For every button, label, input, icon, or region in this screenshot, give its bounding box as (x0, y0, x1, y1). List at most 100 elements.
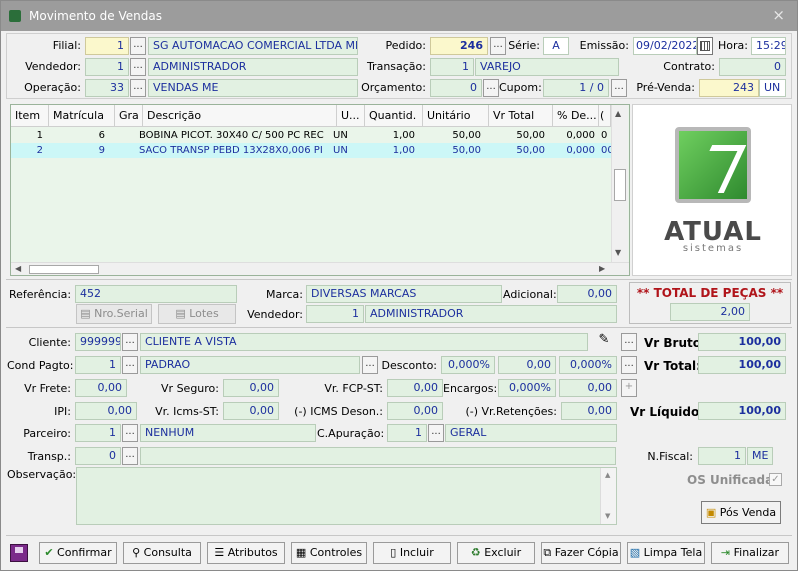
vendedor-lookup-button[interactable]: ... (130, 58, 146, 76)
scroll-left-icon[interactable]: ◀ (15, 264, 21, 273)
filial-code-field[interactable]: 1 (85, 37, 129, 55)
client-edit-icon[interactable]: ✎ (593, 332, 615, 352)
transp-code-field[interactable]: 0 (75, 447, 121, 465)
detail-vendedor-code: 1 (306, 305, 364, 323)
table-row[interactable]: 1 6 BOBINA PICOT. 30X40 C/ 500 PC REC UN… (11, 128, 611, 143)
col-header-descricao[interactable]: Descrição (143, 105, 337, 127)
grid-vertical-scrollbar[interactable]: ▲ ▼ (611, 105, 628, 264)
cliente-lookup-button[interactable]: ... (122, 333, 138, 351)
capuracao-code-field[interactable]: 1 (387, 424, 427, 442)
scroll-down-icon[interactable]: ▼ (615, 248, 621, 257)
cond-pagto-lookup-button[interactable]: ... (122, 356, 138, 374)
cond-pagto-extra-button[interactable]: ... (362, 356, 378, 374)
icms-deson-field[interactable]: 0,00 (387, 402, 443, 420)
adicional-label: Adicional: (503, 288, 557, 301)
desconto-pct-field[interactable]: 0,000% (441, 356, 495, 374)
limpa-tela-button[interactable]: ▧ Limpa Tela (627, 542, 705, 564)
col-header-unitario[interactable]: Unitário (423, 105, 489, 127)
table-row[interactable]: 2 9 SACO TRANSP PEBD 13X28X0,006 PI UN 1… (11, 143, 611, 158)
nro-serial-button[interactable]: ▤ Nro.Serial (76, 304, 152, 324)
parceiro-code-field[interactable]: 1 (75, 424, 121, 442)
pedido-field[interactable]: 246 (430, 37, 488, 55)
col-header-item[interactable]: Item (11, 105, 49, 127)
filial-lookup-button[interactable]: ... (130, 37, 146, 55)
transacao-code-field[interactable]: 1 (430, 58, 474, 76)
vr-fcp-st-field[interactable]: 0,00 (387, 379, 443, 397)
sales-window: Movimento de Vendas × Filial: 1 ... SG A… (0, 0, 798, 571)
cupom-lookup-button[interactable]: ... (611, 79, 627, 97)
capuracao-lookup-button[interactable]: ... (428, 424, 444, 442)
total-pecas-label: ** TOTAL DE PEÇAS ** (636, 286, 784, 300)
os-unificada-checkbox[interactable]: ✓ (769, 473, 782, 486)
grid-horizontal-scrollbar[interactable]: ◀ ▶ (11, 262, 629, 275)
retencoes-field[interactable]: 0,00 (561, 402, 617, 420)
pedido-lookup-button[interactable]: ... (490, 37, 506, 55)
col-header-extra[interactable]: ( (599, 105, 611, 127)
controles-button[interactable]: ▦ Controles (291, 542, 367, 564)
parceiro-label: Parceiro: (23, 427, 71, 440)
calendar-icon[interactable] (697, 37, 713, 55)
desconto-extra-button[interactable]: ... (621, 356, 637, 374)
scroll-down-icon[interactable]: ▼ (605, 512, 610, 520)
adicional-field: 0,00 (557, 285, 617, 303)
save-icon[interactable] (10, 544, 28, 562)
textarea-scrollbar[interactable]: ▲ ▼ (600, 468, 616, 524)
lotes-button[interactable]: ▤ Lotes (158, 304, 236, 324)
desconto-value-field[interactable]: 0,00 (498, 356, 556, 374)
close-icon[interactable]: × (772, 6, 785, 24)
col-header-unidade[interactable]: U... (337, 105, 365, 127)
cell-unidade: UN (333, 130, 348, 141)
fazer-copia-button[interactable]: ⧉ Fazer Cópia (541, 542, 621, 564)
col-header-gra[interactable]: Gra (115, 105, 143, 127)
cupom-field[interactable]: 1 / 0 (543, 79, 609, 97)
cliente-code-field[interactable]: 999999 (75, 333, 121, 351)
finalizar-button[interactable]: ⇥ Finalizar (711, 542, 789, 564)
operacao-lookup-button[interactable]: ... (130, 79, 146, 97)
pos-venda-button[interactable]: ▣ Pós Venda (701, 501, 781, 524)
operacao-code-field[interactable]: 33 (85, 79, 129, 97)
serie-field[interactable]: A (543, 37, 569, 55)
parceiro-lookup-button[interactable]: ... (122, 424, 138, 442)
col-header-desconto[interactable]: % De... (553, 105, 599, 127)
desconto-label: Desconto: (381, 359, 437, 372)
prevenda-field[interactable]: 243 (699, 79, 759, 97)
orcamento-lookup-button[interactable]: ... (483, 79, 499, 97)
vr-bruto-field: 100,00 (698, 333, 786, 351)
vr-total-field: 100,00 (698, 356, 786, 374)
vr-seguro-field[interactable]: 0,00 (223, 379, 279, 397)
encargos-add-button[interactable]: + (621, 379, 637, 397)
ipi-field[interactable]: 0,00 (75, 402, 137, 420)
orcamento-field[interactable]: 0 (430, 79, 482, 97)
transp-lookup-button[interactable]: ... (122, 447, 138, 465)
scroll-up-icon[interactable]: ▲ (605, 471, 610, 479)
cliente-extra-button[interactable]: ... (621, 333, 637, 351)
transacao-label: Transação: (366, 60, 426, 73)
col-header-vr-total[interactable]: Vr Total (489, 105, 553, 127)
incluir-button[interactable]: ▯ Incluir (373, 542, 451, 564)
excluir-button[interactable]: ♻ Excluir (457, 542, 535, 564)
col-header-quantidade[interactable]: Quantid. (365, 105, 423, 127)
scroll-right-icon[interactable]: ▶ (599, 264, 605, 273)
scroll-thumb[interactable] (614, 169, 626, 201)
scroll-up-icon[interactable]: ▲ (615, 109, 621, 118)
hora-field[interactable]: 15:29 (751, 37, 786, 55)
contrato-field[interactable]: 0 (719, 58, 786, 76)
emissao-field[interactable]: 09/02/2022 (633, 37, 697, 55)
vr-icms-st-field[interactable]: 0,00 (223, 402, 279, 420)
items-grid[interactable]: Item Matrícula Gra Descrição U... Quanti… (10, 104, 630, 276)
hscroll-thumb[interactable] (29, 265, 99, 274)
atributos-button[interactable]: ☰ Atributos (207, 542, 285, 564)
confirmar-button[interactable]: ✔ Confirmar (39, 542, 117, 564)
divider (6, 327, 792, 328)
encargos-pct-field[interactable]: 0,000% (498, 379, 556, 397)
cell-vr-total: 50,00 (516, 130, 545, 141)
col-header-matricula[interactable]: Matrícula (49, 105, 115, 127)
consulta-button[interactable]: ⚲ Consulta (123, 542, 201, 564)
vendedor-code-field[interactable]: 1 (85, 58, 129, 76)
desconto-pct2-field[interactable]: 0,000% (559, 356, 617, 374)
encargos-value-field[interactable]: 0,00 (559, 379, 617, 397)
vr-frete-field[interactable]: 0,00 (75, 379, 127, 397)
cell-matricula: 6 (98, 130, 105, 141)
cond-pagto-code-field[interactable]: 1 (75, 356, 121, 374)
observacao-textarea[interactable]: ▲ ▼ (76, 467, 617, 525)
